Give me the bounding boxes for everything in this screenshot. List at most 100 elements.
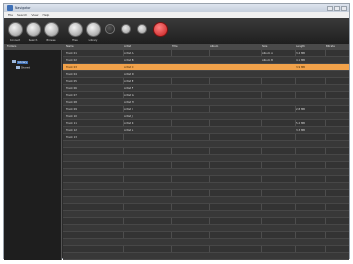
table-row[interactable]: Track 05 Artist E	[63, 78, 349, 85]
table-cell: 3.9 MB	[296, 65, 305, 69]
table-cell: Artist D	[124, 72, 134, 76]
table-row[interactable]	[63, 176, 349, 183]
col-name[interactable]: Name	[66, 45, 74, 48]
table-row[interactable]	[63, 190, 349, 197]
title-bar: Navigator	[4, 4, 349, 12]
table-cell: Track 13	[66, 135, 77, 139]
library-label: Library	[88, 39, 98, 42]
col-bitrate[interactable]: Bitrate	[326, 45, 335, 48]
table-row[interactable]	[63, 218, 349, 225]
table-row[interactable]	[63, 155, 349, 162]
close-button[interactable]	[341, 5, 347, 11]
table-row[interactable]	[63, 169, 349, 176]
table-row[interactable]	[63, 148, 349, 155]
connect-button[interactable]	[8, 22, 23, 37]
col-title[interactable]: Title	[172, 45, 178, 48]
table-row[interactable]: Track 07 Artist G	[63, 92, 349, 99]
table-row[interactable]: Track 09 Artist I 2.8 MB	[63, 106, 349, 113]
tree-item-shared[interactable]: Shared	[16, 66, 30, 70]
connect-label: Connect	[9, 39, 21, 42]
table-cell: Artist C	[124, 65, 134, 69]
table-cell: Track 01	[66, 51, 77, 55]
folder-icon	[16, 66, 20, 69]
table-cell: Artist J	[124, 114, 133, 118]
app-icon	[7, 5, 13, 11]
tree-item-library[interactable]: Library	[12, 60, 29, 64]
music-note-icon[interactable]	[105, 24, 115, 34]
table-row[interactable]	[63, 162, 349, 169]
table-cell: Track 02	[66, 58, 77, 62]
table-row[interactable]	[63, 141, 349, 148]
table-cell: Artist I	[124, 107, 133, 111]
table-row[interactable]: Track 06 Artist F	[63, 85, 349, 92]
table-cell: 2.8 MB	[296, 107, 305, 111]
table-row[interactable]	[63, 239, 349, 246]
table-row[interactable]	[63, 183, 349, 190]
table-cell: Track 10	[66, 114, 77, 118]
library-button[interactable]	[86, 22, 101, 37]
table-cell: Album B	[262, 58, 273, 62]
results-grid: Track 01 Artist A Album A 3.4 MB Track 02 Art…	[63, 50, 349, 260]
files-button[interactable]	[68, 22, 83, 37]
table-cell: Track 08	[66, 100, 77, 104]
table-row[interactable]: Track 02 Artist B Album B 4.1 MB	[63, 57, 349, 64]
table-cell: 3.3 MB	[296, 128, 305, 132]
window-title: Navigator	[15, 5, 31, 10]
minimize-button[interactable]	[327, 5, 333, 11]
table-row[interactable]: Track 12 Artist L 3.3 MB	[63, 127, 349, 134]
menu-search[interactable]: Search	[17, 13, 27, 17]
menu-file[interactable]: File	[8, 13, 13, 17]
table-row[interactable]: Track 01 Artist A Album A 3.4 MB	[63, 50, 349, 57]
table-cell: Track 04	[66, 72, 77, 76]
stop-icon[interactable]	[153, 22, 168, 37]
table-row[interactable]: Track 11 Artist K 5.2 MB	[63, 120, 349, 127]
table-row[interactable]: Track 03 Artist C 3.9 MB	[63, 64, 349, 71]
table-cell: Artist F	[124, 86, 134, 90]
table-cell: Track 07	[66, 93, 77, 97]
table-row[interactable]	[63, 225, 349, 232]
menu-view[interactable]: View	[31, 13, 38, 17]
table-cell: Artist E	[124, 79, 134, 83]
table-cell: Track 11	[66, 121, 77, 125]
table-cell: Artist A	[124, 51, 134, 55]
col-album[interactable]: Album	[210, 45, 218, 48]
app-window: Navigator File Search View Help Connect …	[3, 3, 350, 260]
table-cell: Artist L	[124, 128, 134, 132]
table-cell: Track 12	[66, 128, 77, 132]
table-row[interactable]	[63, 232, 349, 239]
table-cell: Artist B	[124, 58, 134, 62]
folders-header[interactable]: Folders	[7, 45, 16, 48]
table-cell: Track 09	[66, 107, 77, 111]
folder-icon	[12, 60, 16, 63]
table-cell: 3.4 MB	[296, 51, 305, 55]
table-row[interactable]: Track 13	[63, 134, 349, 141]
table-cell: Track 05	[66, 79, 77, 83]
table-cell: Artist H	[124, 100, 134, 104]
arrow-icon[interactable]	[121, 24, 131, 34]
table-cell: 4.1 MB	[296, 58, 305, 62]
table-row[interactable]: Track 10 Artist J	[63, 113, 349, 120]
table-row[interactable]: Track 04 Artist D	[63, 71, 349, 78]
search-button[interactable]	[26, 22, 41, 37]
table-row[interactable]	[63, 246, 349, 253]
table-row[interactable]	[63, 197, 349, 204]
folder-tree: Library Shared	[4, 50, 62, 260]
col-length[interactable]: Length	[296, 45, 305, 48]
browse-button[interactable]	[44, 22, 59, 37]
col-size[interactable]: Size	[262, 45, 267, 48]
table-cell: Album A	[262, 51, 273, 55]
files-label: Files	[72, 39, 78, 42]
table-row[interactable]	[63, 253, 349, 260]
col-artist[interactable]: Artist	[124, 45, 131, 48]
search-label: Search	[28, 39, 38, 42]
maximize-button[interactable]	[334, 5, 340, 11]
table-row[interactable]: Track 08 Artist H	[63, 99, 349, 106]
arrow-icon[interactable]	[137, 24, 147, 34]
table-row[interactable]	[63, 211, 349, 218]
table-cell: Artist K	[124, 121, 134, 125]
table-cell: Track 03	[66, 65, 77, 69]
table-row[interactable]	[63, 204, 349, 211]
menu-help[interactable]: Help	[42, 13, 49, 17]
table-cell: Artist G	[124, 93, 134, 97]
toolbar: Connect Search Browse Files Library	[4, 18, 349, 44]
